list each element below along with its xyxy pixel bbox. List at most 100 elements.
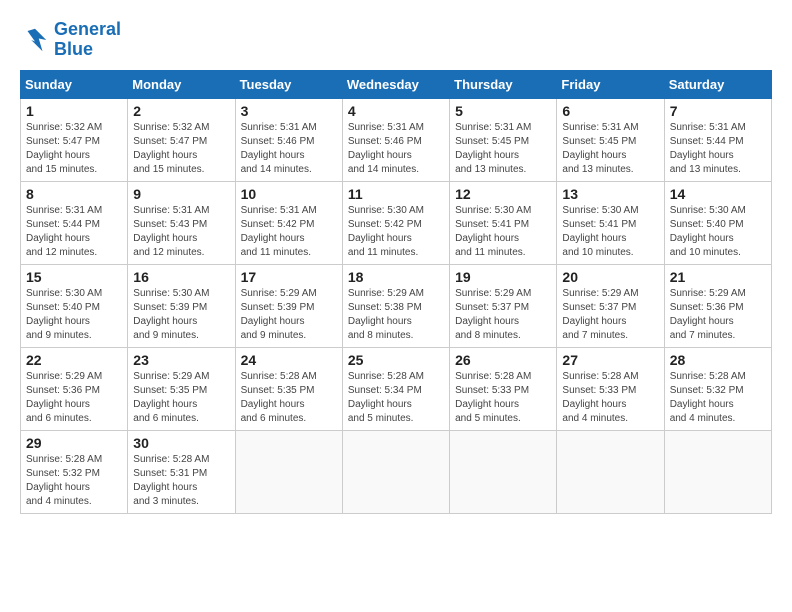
day-info: Sunrise: 5:29 AM Sunset: 5:35 PM Dayligh… (133, 370, 229, 426)
day-number: 4 (348, 103, 444, 119)
calendar-week-row: 22 Sunrise: 5:29 AM Sunset: 5:36 PM Dayl… (21, 347, 772, 430)
day-number: 2 (133, 103, 229, 119)
calendar-day-cell: 4 Sunrise: 5:31 AM Sunset: 5:46 PM Dayli… (342, 98, 449, 181)
day-info: Sunrise: 5:31 AM Sunset: 5:44 PM Dayligh… (670, 121, 766, 177)
calendar-day-cell: 26 Sunrise: 5:28 AM Sunset: 5:33 PM Dayl… (450, 347, 557, 430)
calendar-day-cell (235, 430, 342, 513)
calendar-day-cell: 7 Sunrise: 5:31 AM Sunset: 5:44 PM Dayli… (664, 98, 771, 181)
calendar-week-row: 8 Sunrise: 5:31 AM Sunset: 5:44 PM Dayli… (21, 181, 772, 264)
calendar-day-cell (557, 430, 664, 513)
day-number: 9 (133, 186, 229, 202)
day-number: 19 (455, 269, 551, 285)
day-number: 24 (241, 352, 337, 368)
day-number: 12 (455, 186, 551, 202)
day-info: Sunrise: 5:29 AM Sunset: 5:37 PM Dayligh… (455, 287, 551, 343)
day-info: Sunrise: 5:29 AM Sunset: 5:36 PM Dayligh… (26, 370, 122, 426)
day-info: Sunrise: 5:30 AM Sunset: 5:40 PM Dayligh… (670, 204, 766, 260)
calendar-header: Sunday Monday Tuesday Wednesday Thursday… (21, 70, 772, 98)
calendar-day-cell: 27 Sunrise: 5:28 AM Sunset: 5:33 PM Dayl… (557, 347, 664, 430)
day-info: Sunrise: 5:32 AM Sunset: 5:47 PM Dayligh… (133, 121, 229, 177)
calendar-day-cell: 9 Sunrise: 5:31 AM Sunset: 5:43 PM Dayli… (128, 181, 235, 264)
calendar-day-cell: 16 Sunrise: 5:30 AM Sunset: 5:39 PM Dayl… (128, 264, 235, 347)
day-info: Sunrise: 5:30 AM Sunset: 5:41 PM Dayligh… (455, 204, 551, 260)
calendar-week-row: 1 Sunrise: 5:32 AM Sunset: 5:47 PM Dayli… (21, 98, 772, 181)
calendar-day-cell: 18 Sunrise: 5:29 AM Sunset: 5:38 PM Dayl… (342, 264, 449, 347)
day-info: Sunrise: 5:30 AM Sunset: 5:42 PM Dayligh… (348, 204, 444, 260)
calendar-day-cell: 19 Sunrise: 5:29 AM Sunset: 5:37 PM Dayl… (450, 264, 557, 347)
day-number: 13 (562, 186, 658, 202)
day-number: 20 (562, 269, 658, 285)
days-header-row: Sunday Monday Tuesday Wednesday Thursday… (21, 70, 772, 98)
day-info: Sunrise: 5:30 AM Sunset: 5:40 PM Dayligh… (26, 287, 122, 343)
day-number: 30 (133, 435, 229, 451)
day-number: 14 (670, 186, 766, 202)
calendar-day-cell (664, 430, 771, 513)
calendar-day-cell: 10 Sunrise: 5:31 AM Sunset: 5:42 PM Dayl… (235, 181, 342, 264)
day-number: 23 (133, 352, 229, 368)
calendar-table: Sunday Monday Tuesday Wednesday Thursday… (20, 70, 772, 514)
header-monday: Monday (128, 70, 235, 98)
day-info: Sunrise: 5:31 AM Sunset: 5:45 PM Dayligh… (562, 121, 658, 177)
day-info: Sunrise: 5:28 AM Sunset: 5:31 PM Dayligh… (133, 453, 229, 509)
day-info: Sunrise: 5:31 AM Sunset: 5:46 PM Dayligh… (241, 121, 337, 177)
calendar-day-cell: 25 Sunrise: 5:28 AM Sunset: 5:34 PM Dayl… (342, 347, 449, 430)
calendar-day-cell: 17 Sunrise: 5:29 AM Sunset: 5:39 PM Dayl… (235, 264, 342, 347)
header-friday: Friday (557, 70, 664, 98)
calendar-day-cell: 3 Sunrise: 5:31 AM Sunset: 5:46 PM Dayli… (235, 98, 342, 181)
calendar-day-cell: 13 Sunrise: 5:30 AM Sunset: 5:41 PM Dayl… (557, 181, 664, 264)
header-thursday: Thursday (450, 70, 557, 98)
day-info: Sunrise: 5:28 AM Sunset: 5:34 PM Dayligh… (348, 370, 444, 426)
page-header: General Blue (20, 20, 772, 60)
calendar-day-cell: 30 Sunrise: 5:28 AM Sunset: 5:31 PM Dayl… (128, 430, 235, 513)
day-info: Sunrise: 5:31 AM Sunset: 5:45 PM Dayligh… (455, 121, 551, 177)
calendar-day-cell: 1 Sunrise: 5:32 AM Sunset: 5:47 PM Dayli… (21, 98, 128, 181)
calendar-day-cell: 29 Sunrise: 5:28 AM Sunset: 5:32 PM Dayl… (21, 430, 128, 513)
calendar-day-cell: 21 Sunrise: 5:29 AM Sunset: 5:36 PM Dayl… (664, 264, 771, 347)
header-saturday: Saturday (664, 70, 771, 98)
day-number: 1 (26, 103, 122, 119)
calendar-day-cell: 14 Sunrise: 5:30 AM Sunset: 5:40 PM Dayl… (664, 181, 771, 264)
day-info: Sunrise: 5:31 AM Sunset: 5:43 PM Dayligh… (133, 204, 229, 260)
day-number: 18 (348, 269, 444, 285)
day-number: 27 (562, 352, 658, 368)
day-info: Sunrise: 5:28 AM Sunset: 5:33 PM Dayligh… (562, 370, 658, 426)
calendar-day-cell: 6 Sunrise: 5:31 AM Sunset: 5:45 PM Dayli… (557, 98, 664, 181)
day-info: Sunrise: 5:30 AM Sunset: 5:39 PM Dayligh… (133, 287, 229, 343)
day-info: Sunrise: 5:31 AM Sunset: 5:42 PM Dayligh… (241, 204, 337, 260)
calendar-day-cell: 15 Sunrise: 5:30 AM Sunset: 5:40 PM Dayl… (21, 264, 128, 347)
day-number: 7 (670, 103, 766, 119)
day-number: 11 (348, 186, 444, 202)
logo-text: General Blue (54, 20, 121, 60)
logo: General Blue (20, 20, 121, 60)
calendar-week-row: 15 Sunrise: 5:30 AM Sunset: 5:40 PM Dayl… (21, 264, 772, 347)
header-sunday: Sunday (21, 70, 128, 98)
day-info: Sunrise: 5:31 AM Sunset: 5:46 PM Dayligh… (348, 121, 444, 177)
day-info: Sunrise: 5:32 AM Sunset: 5:47 PM Dayligh… (26, 121, 122, 177)
day-number: 5 (455, 103, 551, 119)
header-tuesday: Tuesday (235, 70, 342, 98)
day-number: 8 (26, 186, 122, 202)
day-info: Sunrise: 5:31 AM Sunset: 5:44 PM Dayligh… (26, 204, 122, 260)
calendar-week-row: 29 Sunrise: 5:28 AM Sunset: 5:32 PM Dayl… (21, 430, 772, 513)
calendar-day-cell: 20 Sunrise: 5:29 AM Sunset: 5:37 PM Dayl… (557, 264, 664, 347)
day-info: Sunrise: 5:28 AM Sunset: 5:32 PM Dayligh… (26, 453, 122, 509)
day-info: Sunrise: 5:29 AM Sunset: 5:36 PM Dayligh… (670, 287, 766, 343)
day-number: 21 (670, 269, 766, 285)
calendar-day-cell: 22 Sunrise: 5:29 AM Sunset: 5:36 PM Dayl… (21, 347, 128, 430)
day-info: Sunrise: 5:28 AM Sunset: 5:35 PM Dayligh… (241, 370, 337, 426)
calendar-day-cell: 12 Sunrise: 5:30 AM Sunset: 5:41 PM Dayl… (450, 181, 557, 264)
calendar-day-cell: 2 Sunrise: 5:32 AM Sunset: 5:47 PM Dayli… (128, 98, 235, 181)
day-number: 15 (26, 269, 122, 285)
day-number: 16 (133, 269, 229, 285)
calendar-day-cell: 23 Sunrise: 5:29 AM Sunset: 5:35 PM Dayl… (128, 347, 235, 430)
day-number: 26 (455, 352, 551, 368)
calendar-day-cell (342, 430, 449, 513)
calendar-body: 1 Sunrise: 5:32 AM Sunset: 5:47 PM Dayli… (21, 98, 772, 513)
day-number: 29 (26, 435, 122, 451)
day-number: 6 (562, 103, 658, 119)
header-wednesday: Wednesday (342, 70, 449, 98)
day-info: Sunrise: 5:30 AM Sunset: 5:41 PM Dayligh… (562, 204, 658, 260)
day-info: Sunrise: 5:28 AM Sunset: 5:32 PM Dayligh… (670, 370, 766, 426)
calendar-day-cell: 8 Sunrise: 5:31 AM Sunset: 5:44 PM Dayli… (21, 181, 128, 264)
day-number: 28 (670, 352, 766, 368)
